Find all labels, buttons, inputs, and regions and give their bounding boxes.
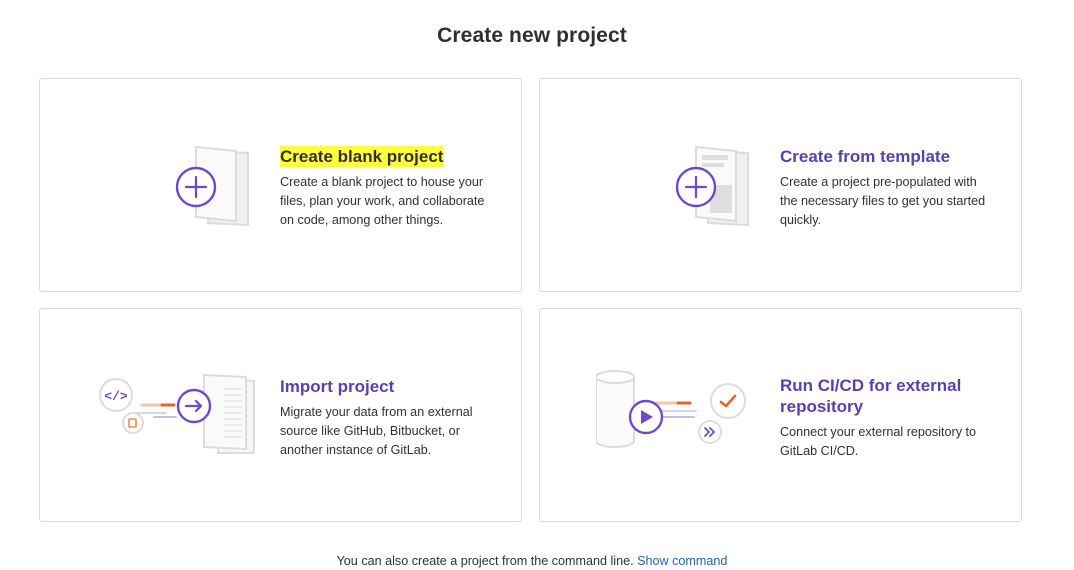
card-description: Create a project pre-populated with the … [780, 175, 986, 227]
card-description: Create a blank project to house your fil… [280, 175, 485, 227]
create-blank-project-card[interactable]: Create blank project Create a blank proj… [39, 78, 522, 292]
run-ci-cd-external-card[interactable]: Run CI/CD for external repository Connec… [539, 308, 1022, 522]
card-description: Migrate your data from an external sourc… [280, 405, 473, 457]
page-title: Create new project [437, 24, 627, 47]
template-project-icon [675, 145, 749, 227]
create-from-template-card[interactable]: Create from template Create a project pr… [539, 78, 1022, 292]
card-title[interactable]: Import project [280, 376, 495, 397]
card-description: Connect your external repository to GitL… [780, 425, 977, 458]
card-title[interactable]: Run CI/CD for external repository [780, 375, 995, 417]
svg-text:</>: </> [104, 389, 128, 404]
blank-project-icon [175, 145, 249, 227]
card-title[interactable]: Create blank project [280, 146, 445, 167]
card-title[interactable]: Create from template [780, 146, 995, 167]
footer-text: You can also create a project from the c… [336, 554, 634, 568]
import-project-card[interactable]: </> Import project Migrate your data fro… [39, 308, 522, 522]
ci-cd-external-icon [596, 370, 746, 448]
footer: You can also create a project from the c… [0, 554, 1064, 568]
import-project-icon: </> [99, 373, 255, 454]
show-command-link[interactable]: Show command [637, 554, 727, 568]
